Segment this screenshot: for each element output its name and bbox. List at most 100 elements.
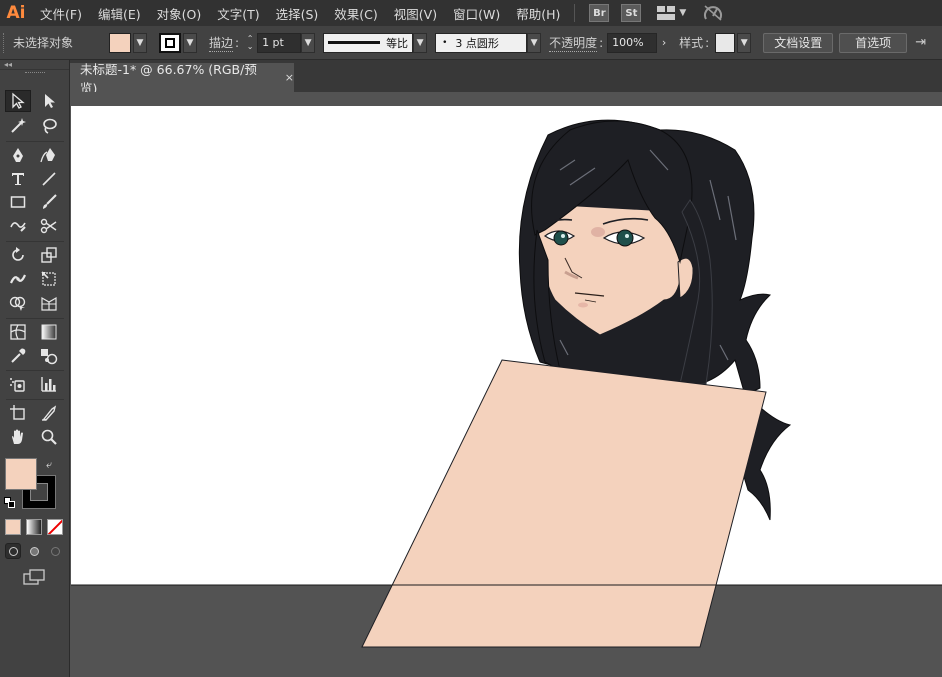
- paintbrush-tool[interactable]: [36, 191, 62, 213]
- fill-color-box[interactable]: [5, 458, 37, 490]
- paintbrush-icon: [43, 194, 57, 209]
- scale-tool[interactable]: [36, 244, 62, 266]
- tools-divider: [6, 370, 64, 371]
- gpu-performance-icon[interactable]: [702, 3, 724, 23]
- brush-dropdown[interactable]: ▼: [527, 32, 542, 53]
- artboard-icon: [10, 405, 25, 420]
- stock-button[interactable]: St: [621, 4, 642, 22]
- curvature-tool[interactable]: [36, 144, 62, 166]
- gradient-icon: [41, 324, 57, 340]
- menu-effect[interactable]: 效果(C): [326, 0, 385, 26]
- stroke-weight-dropdown[interactable]: ▼: [301, 32, 316, 53]
- free-transform-icon: [41, 271, 56, 286]
- stroke-swatch-inner: [165, 37, 175, 48]
- profile-dropdown[interactable]: ▼: [413, 32, 428, 53]
- type-t-icon: [12, 173, 24, 185]
- slice-tool[interactable]: [36, 402, 62, 424]
- hand-tool[interactable]: [5, 426, 31, 448]
- workspace-switcher[interactable]: ▼: [657, 6, 686, 20]
- shape-builder-tool[interactable]: [5, 292, 31, 314]
- chevron-down-icon: ▼: [740, 37, 748, 48]
- draw-inside-icon: [50, 546, 60, 556]
- pen-tool[interactable]: [5, 144, 31, 166]
- fill-swatch[interactable]: [109, 32, 131, 53]
- mesh-icon: [10, 324, 26, 340]
- stroke-weight-stepper[interactable]: ⌃ ⌄: [243, 33, 257, 53]
- perspective-grid-icon: [41, 296, 57, 311]
- menu-file[interactable]: 文件(F): [32, 0, 90, 26]
- mesh-tool[interactable]: [5, 321, 31, 343]
- stroke-weight-input[interactable]: 1 pt: [257, 32, 302, 53]
- brush-definition[interactable]: • 3 点圆形: [435, 32, 528, 53]
- control-bar-grip[interactable]: [3, 32, 9, 53]
- tools-divider: [6, 399, 64, 400]
- draw-inside-button[interactable]: [47, 543, 63, 559]
- screen-mode-button[interactable]: [22, 568, 46, 586]
- graphic-style-dropdown[interactable]: ▼: [737, 32, 752, 53]
- magic-wand-tool[interactable]: [5, 115, 31, 137]
- column-graph-tool[interactable]: [36, 373, 62, 395]
- fill-dropdown[interactable]: ▼: [133, 32, 147, 53]
- document-setup-button[interactable]: 文档设置: [763, 32, 834, 53]
- more-options-icon[interactable]: ⇥: [915, 35, 926, 50]
- graphic-style-swatch[interactable]: [715, 32, 736, 53]
- slice-knife-icon: [42, 405, 57, 421]
- preferences-button[interactable]: 首选项: [839, 32, 908, 53]
- menu-view[interactable]: 视图(V): [386, 0, 445, 26]
- menu-object[interactable]: 对象(O): [149, 0, 210, 26]
- menu-window[interactable]: 窗口(W): [445, 0, 508, 26]
- swap-fill-stroke-icon[interactable]: ⤶: [46, 458, 52, 472]
- color-mode-button[interactable]: [5, 519, 21, 535]
- gradient-tool[interactable]: [36, 321, 62, 343]
- close-tab-icon[interactable]: ×: [285, 71, 294, 84]
- pen-icon: [13, 148, 23, 162]
- zoom-tool[interactable]: [36, 426, 62, 448]
- document-tab[interactable]: 未标题-1* @ 66.67% (RGB/预览) ×: [70, 62, 294, 96]
- rotate-tool[interactable]: [5, 244, 31, 266]
- opacity-flyout[interactable]: ›: [657, 33, 671, 53]
- scale-icon: [41, 247, 57, 263]
- draw-behind-button[interactable]: [26, 543, 42, 559]
- direct-selection-tool[interactable]: [36, 90, 62, 112]
- free-transform-tool[interactable]: [36, 268, 62, 290]
- opacity-label[interactable]: 不透明度: [549, 34, 598, 52]
- gradient-mode-button[interactable]: [26, 519, 42, 535]
- symbol-sprayer-tool[interactable]: [5, 373, 31, 395]
- selection-tool[interactable]: [5, 90, 31, 112]
- bridge-button[interactable]: Br: [589, 4, 610, 22]
- brush-label: 3 点圆形: [455, 36, 499, 50]
- perspective-grid-tool[interactable]: [36, 292, 62, 314]
- menu-edit[interactable]: 编辑(E): [90, 0, 149, 26]
- stroke-label[interactable]: 描边: [209, 34, 234, 52]
- eyedropper-tool[interactable]: [5, 345, 31, 367]
- scissors-icon: [40, 218, 57, 234]
- menu-type[interactable]: 文字(T): [209, 0, 267, 26]
- style-label: 样式: [679, 36, 704, 50]
- menu-help[interactable]: 帮助(H): [508, 0, 568, 26]
- scissors-tool[interactable]: [36, 215, 62, 237]
- artboard-tool[interactable]: [5, 402, 31, 424]
- artboard[interactable]: [71, 106, 942, 585]
- panel-collapse-icon[interactable]: ◂◂: [0, 60, 69, 70]
- curvature-pen-icon: [40, 148, 55, 163]
- chevron-down-icon: ▼: [186, 37, 194, 48]
- opacity-input[interactable]: 100%: [607, 32, 658, 53]
- width-tool[interactable]: [5, 268, 31, 290]
- zoom-magnifier-icon: [41, 429, 57, 445]
- menu-select[interactable]: 选择(S): [268, 0, 327, 26]
- default-fill-stroke-icon[interactable]: [4, 497, 16, 509]
- lasso-tool[interactable]: [36, 115, 62, 137]
- none-mode-button[interactable]: [47, 519, 63, 535]
- rectangle-tool[interactable]: [5, 191, 31, 213]
- tools-panel-grip[interactable]: [24, 72, 45, 80]
- variable-width-profile[interactable]: 等比: [323, 32, 414, 53]
- chevron-down-icon: ▼: [136, 37, 144, 48]
- draw-normal-button[interactable]: [5, 543, 21, 559]
- line-segment-tool[interactable]: [36, 168, 62, 190]
- stroke-swatch[interactable]: [159, 32, 181, 53]
- shaper-tool[interactable]: [5, 215, 31, 237]
- tools-divider: [6, 141, 64, 142]
- stroke-dropdown[interactable]: ▼: [183, 32, 197, 53]
- type-tool[interactable]: [5, 168, 31, 190]
- blend-tool[interactable]: [36, 345, 62, 367]
